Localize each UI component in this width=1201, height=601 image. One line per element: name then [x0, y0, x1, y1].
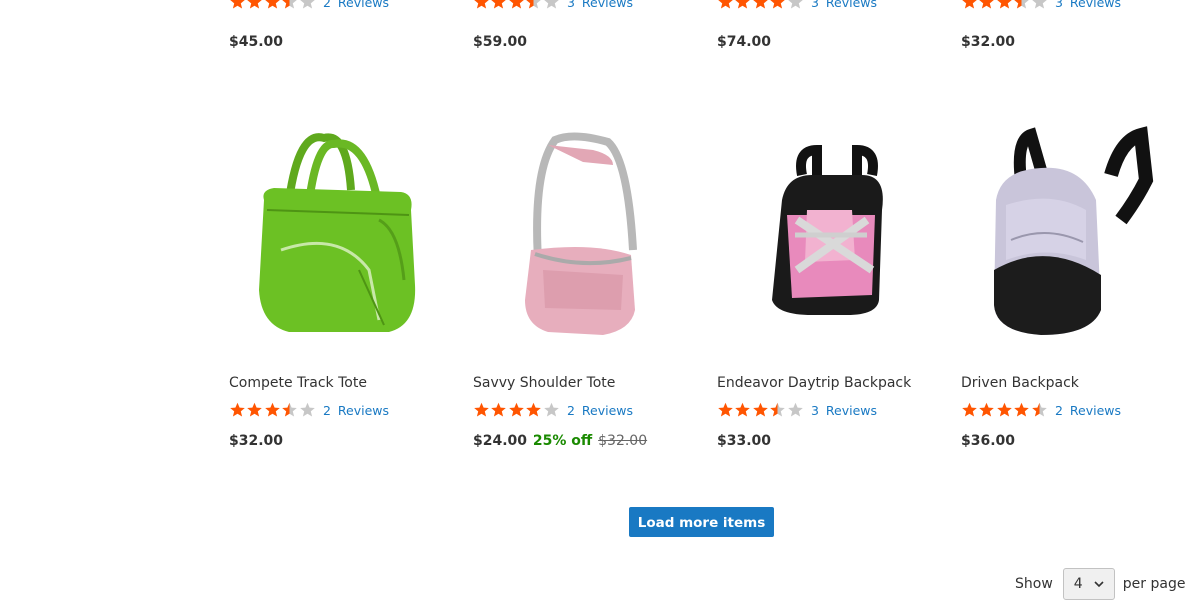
reviews-link[interactable]: 3 Reviews: [567, 0, 633, 10]
reviews-link[interactable]: 2 Reviews: [323, 403, 389, 418]
star-full-icon: [474, 0, 489, 9]
star-full-icon: [752, 402, 768, 417]
price: $32.00: [229, 433, 284, 449]
product-name[interactable]: Endeavor Daytrip Backpack: [717, 375, 947, 391]
price: $45.00: [229, 34, 284, 50]
star-empty-icon: [299, 0, 315, 9]
star-full-icon: [491, 0, 507, 9]
star-full-icon: [526, 402, 541, 417]
star-half-icon: [1031, 402, 1047, 417]
rating-stars: [473, 0, 560, 10]
star-full-icon: [264, 402, 280, 417]
product-card: 3 Reviews $59.00: [473, 0, 703, 50]
star-full-icon: [247, 0, 263, 9]
rating: 2 Reviews: [473, 400, 703, 420]
product-name[interactable]: Compete Track Tote: [229, 375, 459, 391]
product-card: 3 Reviews $74.00: [717, 0, 947, 50]
product-card: Driven Backpack 2 Reviews $36.00: [961, 375, 1191, 449]
star-half-icon: [1014, 0, 1029, 9]
star-full-icon: [770, 0, 785, 9]
star-full-icon: [979, 0, 995, 9]
special-price: $24.00: [473, 433, 528, 449]
product-card: 2 Reviews $45.00: [229, 0, 459, 50]
star-half-icon: [526, 0, 541, 9]
star-full-icon: [735, 0, 751, 9]
product-card: Endeavor Daytrip Backpack 3 Reviews $33.0…: [717, 375, 947, 449]
star-half-icon: [282, 402, 297, 417]
product-card: Compete Track Tote 2 Reviews $32.00: [229, 375, 459, 449]
limit-value: 4: [1073, 576, 1083, 592]
rating: 3 Reviews: [717, 400, 947, 420]
reviews-link[interactable]: 2 Reviews: [567, 403, 633, 418]
price: $32.00: [961, 34, 1016, 50]
star-full-icon: [979, 402, 995, 417]
star-full-icon: [735, 402, 751, 417]
old-price: $32.00: [598, 433, 648, 449]
product-image-pink-shoulder-bag[interactable]: [473, 120, 703, 350]
rating-stars: [961, 402, 1048, 418]
rating: 2 Reviews: [229, 0, 459, 12]
rating-stars: [717, 402, 804, 418]
star-full-icon: [474, 402, 489, 417]
rating-stars: [717, 0, 804, 10]
price: $33.00: [717, 433, 772, 449]
rating: 2 Reviews: [229, 400, 459, 420]
rating-stars: [961, 0, 1048, 10]
star-empty-icon: [1031, 0, 1047, 9]
star-empty-icon: [787, 402, 803, 417]
rating-stars: [473, 402, 560, 418]
show-label: Show: [1015, 576, 1053, 592]
product-name[interactable]: Savvy Shoulder Tote: [473, 375, 703, 391]
star-full-icon: [962, 0, 977, 9]
star-full-icon: [1014, 402, 1029, 417]
rating: 3 Reviews: [717, 0, 947, 12]
reviews-link[interactable]: 2 Reviews: [323, 0, 389, 10]
reviews-link[interactable]: 3 Reviews: [1055, 0, 1121, 10]
reviews-link[interactable]: 3 Reviews: [811, 0, 877, 10]
star-full-icon: [996, 0, 1012, 9]
star-full-icon: [752, 0, 768, 9]
star-full-icon: [962, 402, 977, 417]
price: $24.00 25% off $32.00: [473, 433, 703, 449]
price: $74.00: [717, 34, 772, 50]
product-image-pink-black-backpack[interactable]: [717, 120, 947, 350]
star-half-icon: [282, 0, 297, 9]
discount-badge: 25% off: [532, 433, 593, 449]
rating: 3 Reviews: [961, 0, 1191, 12]
star-half-icon: [770, 402, 785, 417]
star-full-icon: [996, 402, 1012, 417]
per-page-label: per page: [1122, 576, 1186, 592]
star-empty-icon: [543, 402, 559, 417]
rating: 3 Reviews: [473, 0, 703, 12]
product-image-green-tote[interactable]: [229, 120, 459, 350]
rating-stars: [229, 0, 316, 10]
star-full-icon: [718, 402, 733, 417]
product-image-lavender-backpack[interactable]: [961, 120, 1191, 350]
star-full-icon: [230, 0, 245, 9]
star-full-icon: [264, 0, 280, 9]
reviews-link[interactable]: 2 Reviews: [1055, 403, 1121, 418]
product-name[interactable]: Driven Backpack: [961, 375, 1191, 391]
load-more-button[interactable]: Load more items: [629, 507, 774, 537]
product-card: Savvy Shoulder Tote 2 Reviews $24.00 25% …: [473, 375, 703, 449]
star-empty-icon: [543, 0, 559, 9]
price: $36.00: [961, 433, 1016, 449]
reviews-link[interactable]: 3 Reviews: [811, 403, 877, 418]
rating-stars: [229, 402, 316, 418]
star-full-icon: [508, 402, 524, 417]
star-full-icon: [230, 402, 245, 417]
star-empty-icon: [299, 402, 315, 417]
product-card: 3 Reviews $32.00: [961, 0, 1191, 50]
star-full-icon: [247, 402, 263, 417]
star-full-icon: [508, 0, 524, 9]
chevron-down-icon: [1094, 581, 1104, 588]
star-full-icon: [491, 402, 507, 417]
limit-select[interactable]: 4: [1062, 568, 1115, 600]
star-empty-icon: [787, 0, 803, 9]
star-full-icon: [718, 0, 733, 9]
price: $59.00: [473, 34, 528, 50]
rating: 2 Reviews: [961, 400, 1191, 420]
pager-limiter: Show 4 per page: [1015, 568, 1185, 600]
